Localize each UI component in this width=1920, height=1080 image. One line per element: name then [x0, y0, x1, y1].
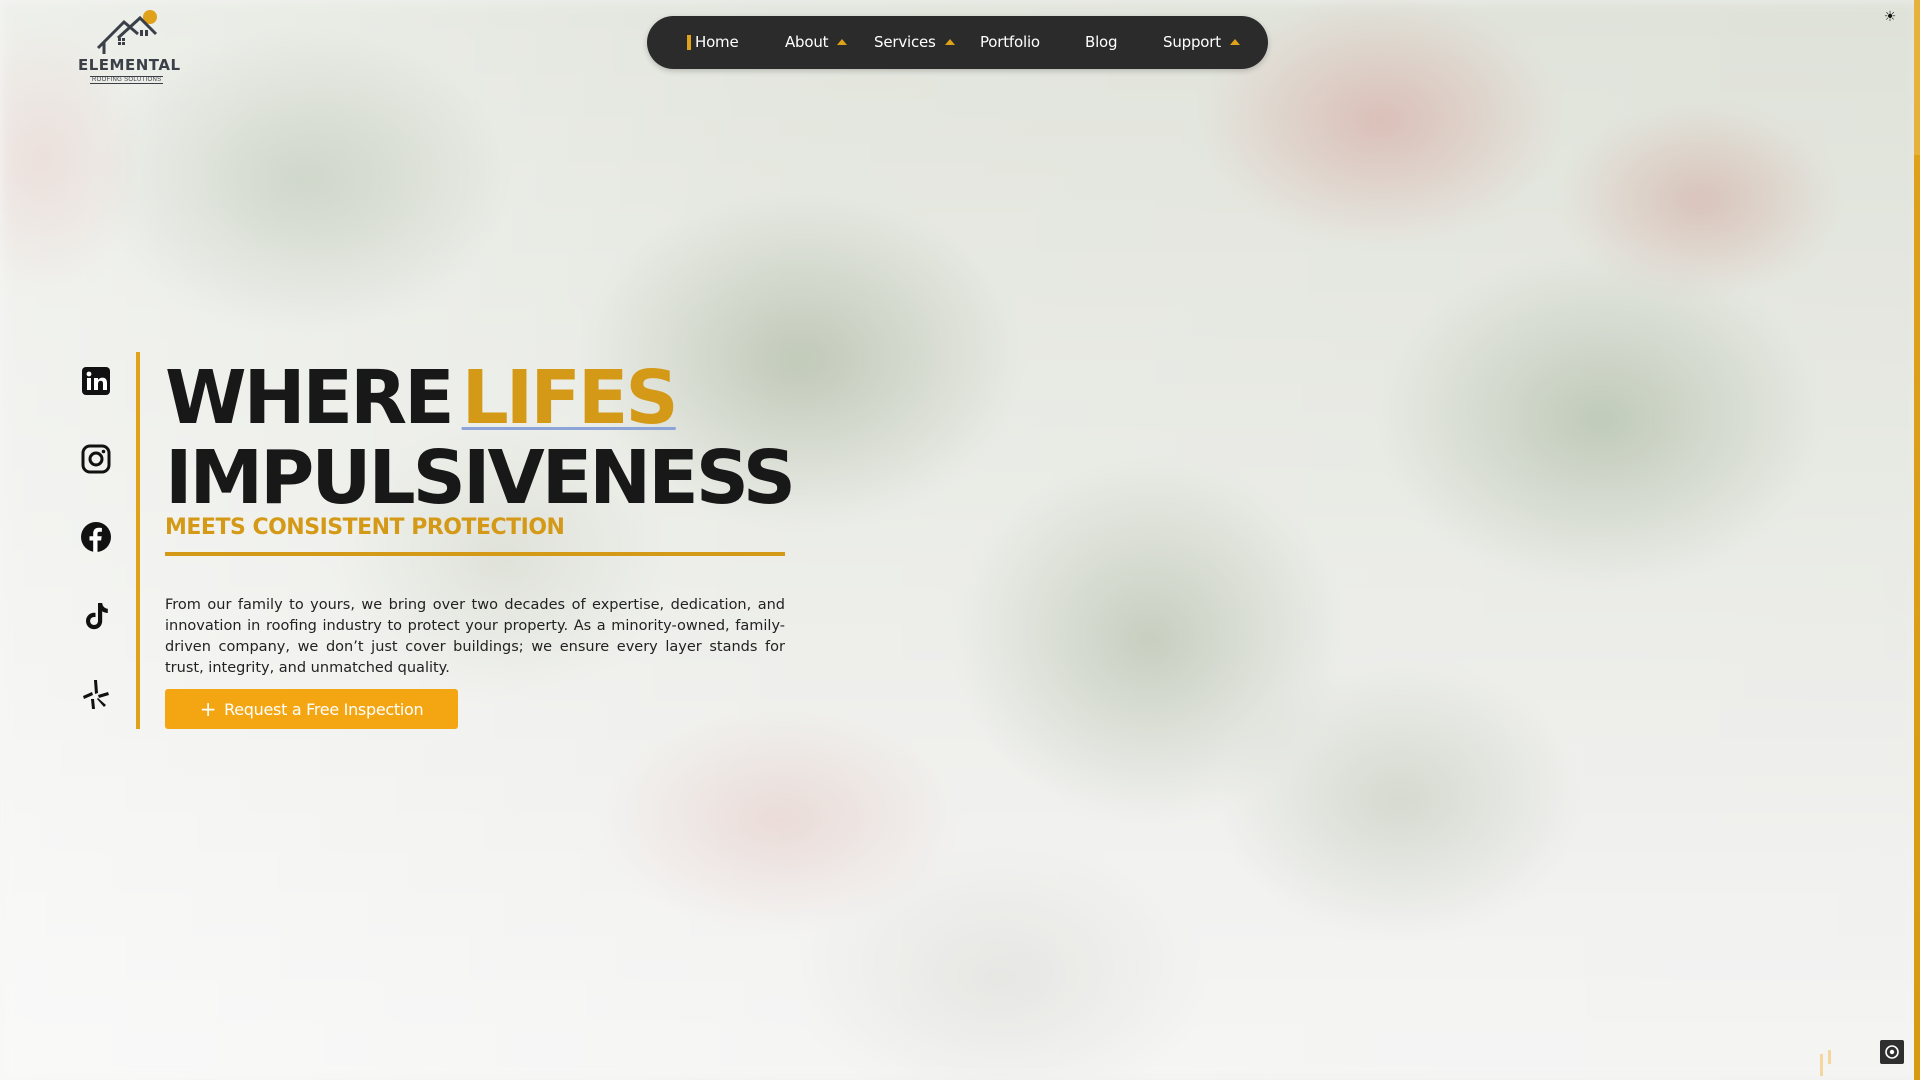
active-indicator — [687, 35, 691, 50]
nav-label: Home — [695, 33, 739, 51]
hero-title-accent: LIFES — [461, 355, 679, 441]
sun-icon[interactable]: ☀ — [1882, 8, 1898, 24]
plus-icon: + — [199, 697, 217, 721]
nav-item-portfolio[interactable]: Portfolio — [980, 33, 1040, 51]
nav-label: Services — [874, 33, 936, 51]
page: ELEMENTAL ROOFING SOLUTIONS Home About S… — [0, 0, 1920, 1080]
target-icon[interactable] — [1880, 1040, 1904, 1064]
tiktok-icon[interactable] — [80, 600, 112, 632]
caret-up-icon — [944, 39, 955, 45]
hero-title-line2: IMPULSIVENESS — [165, 435, 796, 521]
facebook-icon[interactable] — [80, 521, 112, 553]
caret-up-icon — [1229, 39, 1240, 45]
linkedin-icon[interactable] — [80, 365, 112, 397]
background-overlay — [0, 0, 1920, 1080]
nav-label: Blog — [1085, 33, 1118, 51]
main-nav: Home About Services Portfolio Blog Suppo… — [647, 16, 1268, 69]
nav-item-support[interactable]: Support — [1163, 33, 1240, 51]
logo-tagline: ROOFING SOLUTIONS — [90, 76, 164, 84]
site-logo[interactable]: ELEMENTAL ROOFING SOLUTIONS — [76, 8, 186, 84]
decorative-mark — [1820, 1050, 1831, 1076]
nav-item-services[interactable]: Services — [874, 33, 955, 51]
nav-item-about[interactable]: About — [785, 33, 848, 51]
hero-divider — [165, 552, 785, 556]
nav-item-blog[interactable]: Blog — [1085, 33, 1118, 51]
request-inspection-button[interactable]: + Request a Free Inspection — [165, 689, 458, 729]
nav-label: About — [785, 33, 829, 51]
caret-up-icon — [837, 39, 848, 45]
cta-label: Request a Free Inspection — [224, 700, 424, 719]
nav-item-home[interactable]: Home — [695, 33, 739, 51]
yelp-icon[interactable] — [80, 678, 112, 710]
nav-label: Support — [1163, 33, 1221, 51]
logo-name: ELEMENTAL — [78, 56, 181, 74]
hero-accent-bar — [136, 352, 140, 729]
hero-title-line1: WHERE LIFES — [165, 355, 679, 441]
hero-subtitle: MEETS CONSISTENT PROTECTION — [165, 515, 565, 540]
instagram-icon[interactable] — [80, 443, 112, 475]
hero-title-word: WHERE — [165, 355, 455, 441]
scrollbar-thumb[interactable] — [1914, 0, 1920, 155]
house-logo-icon — [96, 10, 158, 54]
scrollbar-track[interactable] — [1914, 0, 1920, 1080]
hero-description: From our family to yours, we bring over … — [165, 596, 785, 676]
nav-label: Portfolio — [980, 33, 1040, 51]
